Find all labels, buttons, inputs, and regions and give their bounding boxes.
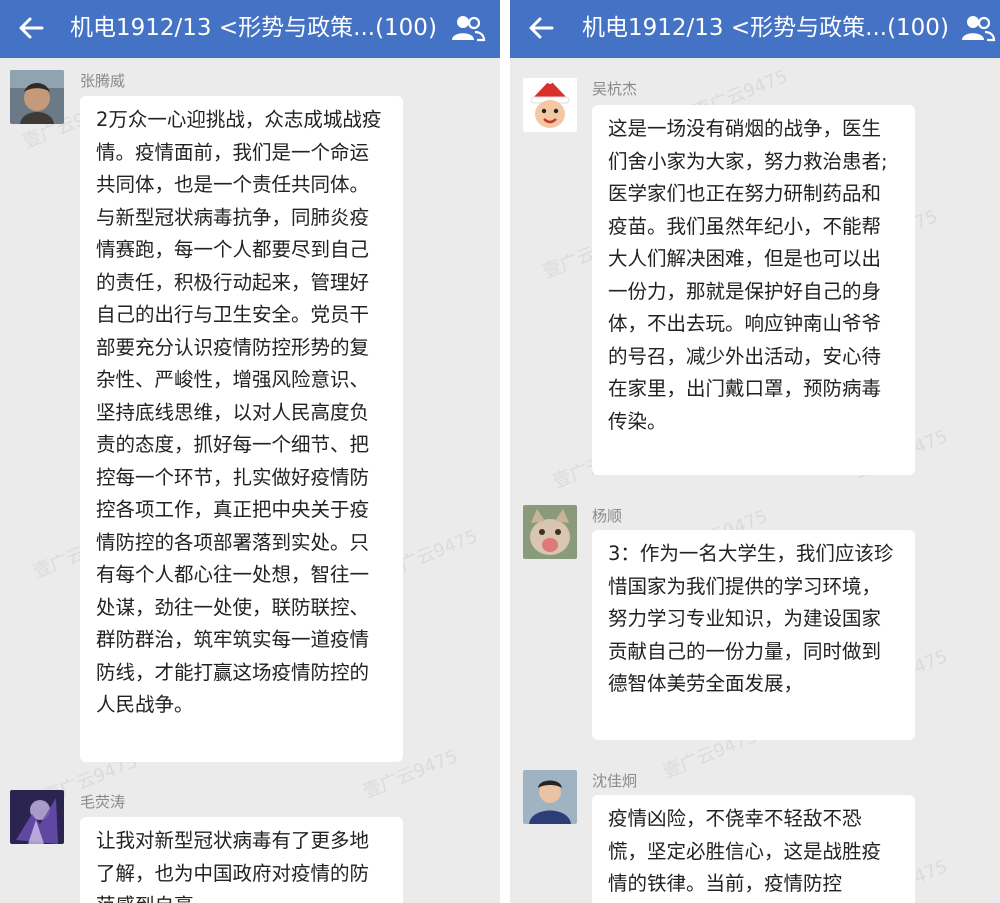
chat-title: 机电1912/13 <形势与政策...(100) (582, 15, 949, 41)
group-members-button[interactable] (448, 11, 488, 45)
sender-name: 张腾威 (80, 72, 126, 90)
chat-panel-left: 机电1912/13 <形势与政策...(100) 壹广云9475 壹广云9475… (0, 0, 500, 903)
divider (500, 0, 510, 903)
group-members-button[interactable] (958, 11, 998, 45)
sender-name: 毛荧涛 (80, 793, 126, 811)
sender-name: 吴杭杰 (592, 80, 638, 98)
sender-name: 沈佳炯 (592, 772, 638, 790)
chat-title: 机电1912/13 <形势与政策...(100) (70, 15, 437, 41)
chat-header: 机电1912/13 <形势与政策...(100) (510, 0, 1000, 58)
message-bubble[interactable]: 让我对新型冠状病毒有了更多地了解，也为中国政府对疫情的防范感到自豪 (80, 817, 403, 903)
arrow-left-icon (529, 17, 554, 39)
message-bubble[interactable]: 3：作为一名大学生，我们应该珍惜国家为我们提供的学习环境，努力学习专业知识，为建… (592, 530, 915, 740)
group-members-icon (962, 16, 996, 42)
arrow-left-icon (19, 17, 44, 39)
sender-name: 杨顺 (592, 507, 623, 525)
avatar[interactable] (523, 78, 577, 132)
avatar[interactable] (523, 505, 577, 559)
message-bubble[interactable]: 2万众一心迎挑战，众志成城战疫情。疫情面前，我们是一个命运共同体，也是一个责任共… (80, 96, 403, 762)
message-bubble[interactable]: 疫情凶险，不侥幸不轻敌不恐慌，坚定必胜信心，这是战胜疫情的铁律。当前，疫情防控 (592, 795, 915, 903)
avatar[interactable] (10, 790, 64, 844)
back-button[interactable] (14, 11, 48, 45)
group-members-icon (452, 16, 486, 42)
avatar[interactable] (523, 770, 577, 824)
message-bubble[interactable]: 这是一场没有硝烟的战争，医生们舍小家为大家，努力救治患者;医学家们也正在努力研制… (592, 105, 915, 475)
back-button[interactable] (524, 11, 558, 45)
chat-header: 机电1912/13 <形势与政策...(100) (0, 0, 500, 58)
avatar[interactable] (10, 70, 64, 124)
chat-panel-right: 机电1912/13 <形势与政策...(100) 壹广云9475 壹广云9475… (510, 0, 1000, 903)
